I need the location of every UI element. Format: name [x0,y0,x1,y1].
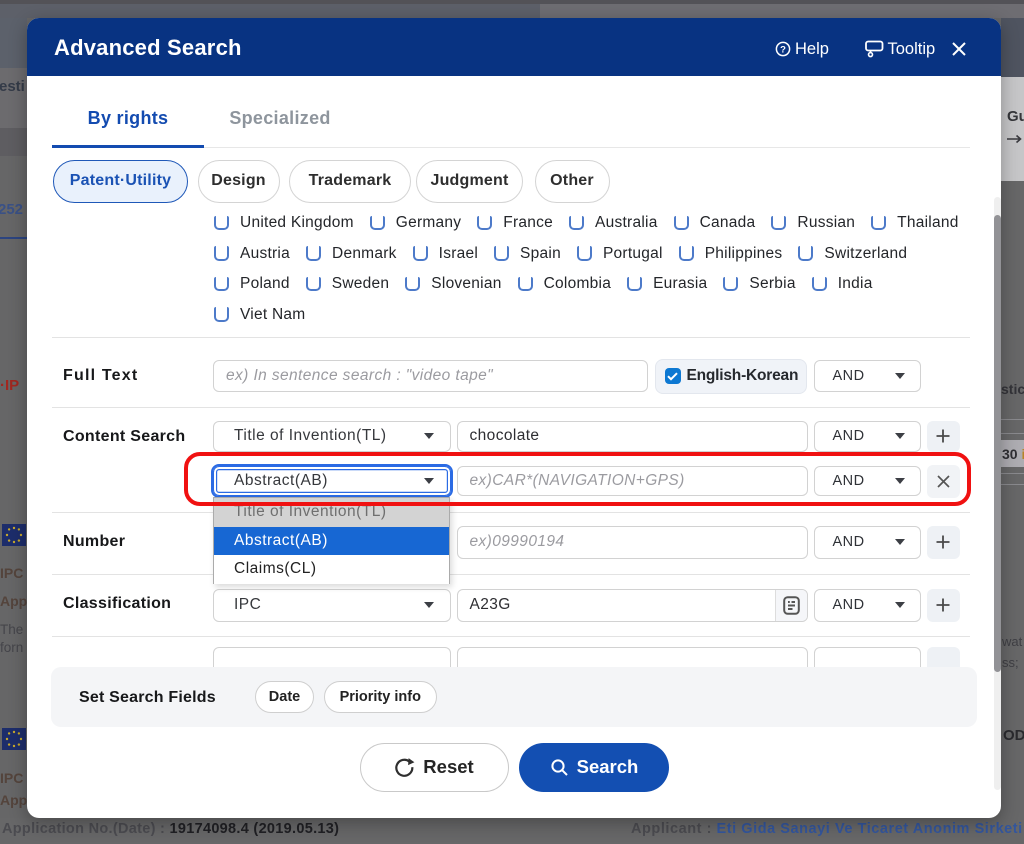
svg-text:?: ? [780,44,786,55]
